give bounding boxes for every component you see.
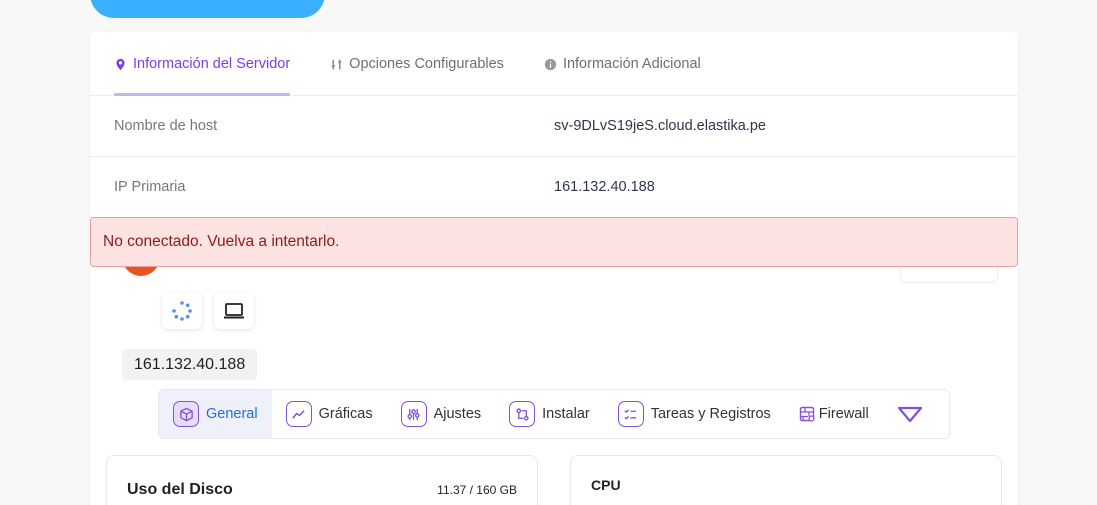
ip-label: IP Primaria [114,179,186,195]
nav-install[interactable]: Instalar [495,390,604,438]
console-button[interactable] [214,293,254,329]
firewall-icon [799,406,815,422]
checklist-icon [617,401,644,427]
server-nav: General Gráficas Ajustes Instalar Tareas… [158,389,950,439]
nav-tasks-label: Tareas y Registros [650,406,771,422]
nav-firewall-label: Firewall [818,406,869,422]
disk-usage-value: 11.37 / 160 GB [437,483,517,497]
tab-server-info[interactable]: Información del Servidor [114,32,291,96]
nav-general-label: General [206,406,258,422]
connection-error-alert: No conectado. Vuelva a intentarlo. [90,217,1018,267]
server-ip-text: 161.132.40.188 [134,355,246,373]
nav-settings-label: Ajustes [433,406,482,422]
nav-general[interactable]: General [159,390,272,438]
tab-server-info-label: Información del Servidor [133,56,291,72]
cpu-panel: CPU [570,455,1002,505]
trend-line-icon [285,401,312,427]
nav-settings[interactable]: Ajustes [387,390,496,438]
hostname-label: Nombre de host [114,118,218,134]
nav-graphs[interactable]: Gráficas [272,390,387,438]
ip-row: IP Primaria 161.132.40.188 [90,157,1018,218]
tab-config-options-label: Opciones Configurables [349,56,504,72]
cpu-title: CPU [591,477,621,493]
disk-usage-title: Uso del Disco [127,481,233,498]
server-ip-chip: 161.132.40.188 [122,349,258,380]
chevron-down-icon [897,406,922,423]
alert-message: No conectado. Vuelva a intentarlo. [103,233,340,250]
sliders-icon [331,59,342,69]
info-tabs: Información del Servidor Opciones Config… [90,32,1018,96]
ip-value: 161.132.40.188 [554,179,655,195]
nav-install-label: Instalar [542,406,590,422]
nav-graphs-label: Gráficas [318,406,373,422]
loading-status-button[interactable] [162,293,202,329]
cube-icon [173,401,199,427]
tab-additional-info[interactable]: Información Adicional [544,32,701,96]
tab-config-options[interactable]: Opciones Configurables [330,32,504,96]
hostname-row: Nombre de host sv-9DLvS19jeS.cloud.elast… [90,96,1018,157]
nav-firewall[interactable]: Firewall [785,390,883,438]
location-pin-icon [116,58,125,70]
hostname-value: sv-9DLvS19jeS.cloud.elastika.pe [554,118,766,134]
laptop-icon [224,303,244,319]
git-compare-icon [509,401,536,427]
nav-more-button[interactable] [883,390,937,438]
tab-additional-info-label: Información Adicional [562,56,701,72]
info-circle-icon [544,58,557,70]
disk-usage-panel: Uso del Disco 11.37 / 160 GB [106,455,538,505]
spinner-icon [172,301,192,321]
top-action-button[interactable] [90,0,325,18]
adjustments-icon [400,401,427,427]
nav-tasks[interactable]: Tareas y Registros [604,390,785,438]
